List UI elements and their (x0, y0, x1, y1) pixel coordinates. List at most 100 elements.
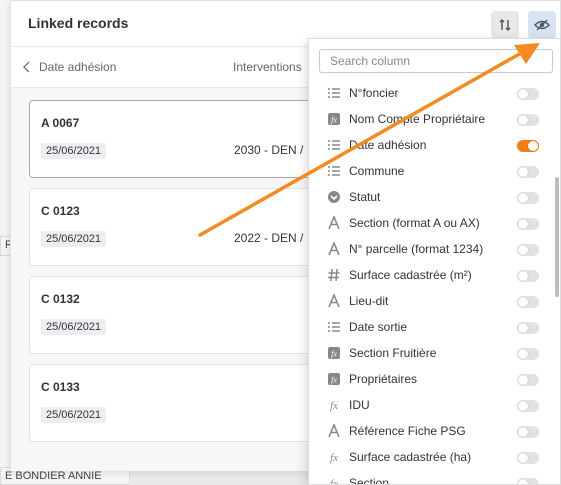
record-title: A 0067 (41, 116, 80, 130)
column-visibility-toggle[interactable] (517, 192, 539, 204)
column-header-date[interactable]: Date adhésion (39, 60, 116, 74)
column-option-label: IDU (349, 398, 370, 412)
column-option[interactable]: Surface cadastrée (m²) (309, 263, 554, 289)
toggle-knob (528, 141, 538, 151)
column-option-label: Section (format A ou AX) (349, 216, 480, 230)
record-intervention: 2030 - DEN / (234, 143, 304, 157)
column-option-label: Section (349, 476, 390, 485)
record-date-badge: 25/06/2021 (41, 319, 107, 335)
scrollbar[interactable] (555, 177, 559, 297)
column-option[interactable]: Référence Fiche PSG (309, 419, 554, 445)
column-option[interactable]: fx Section (309, 471, 554, 485)
record-card[interactable]: C 0133 25/06/2021 (29, 364, 319, 442)
column-option-label: Statut (349, 190, 381, 204)
list-icon (328, 166, 340, 176)
column-option[interactable]: N° parcelle (format 1234) (309, 237, 554, 263)
list-icon (328, 322, 340, 332)
record-date-badge: 25/06/2021 (41, 407, 107, 423)
record-title: C 0133 (41, 380, 80, 394)
column-visibility-toggle[interactable] (517, 374, 539, 386)
hash-icon (328, 268, 340, 282)
column-visibility-toggle[interactable] (517, 244, 539, 256)
fx-icon: fx (330, 452, 338, 464)
toggle-knob (518, 219, 528, 229)
eye-slash-icon (534, 19, 550, 31)
column-visibility-menu: N°foncier fx Nom Compte Propriétaire Date a… (308, 38, 561, 485)
column-visibility-toggle[interactable] (517, 270, 539, 282)
record-date-badge: 25/06/2021 (41, 143, 107, 159)
column-option[interactable]: fx IDU (309, 393, 554, 419)
svg-text:fx: fx (331, 116, 337, 125)
fx-icon: fx (330, 400, 338, 412)
record-card[interactable]: C 0123 25/06/2021 2022 - DEN / (29, 188, 319, 266)
column-option[interactable]: Section (format A ou AX) (309, 211, 554, 237)
column-option[interactable]: fx Surface cadastrée (ha) (309, 445, 554, 471)
hide-columns-button[interactable] (528, 11, 556, 39)
svg-text:fx: fx (331, 376, 337, 385)
column-option-label: Surface cadastrée (ha) (349, 450, 472, 464)
column-visibility-toggle[interactable] (517, 452, 539, 464)
column-visibility-toggle[interactable] (517, 114, 539, 126)
svg-text:fx: fx (331, 350, 337, 359)
column-visibility-toggle[interactable] (517, 88, 539, 100)
toggle-knob (518, 427, 528, 437)
column-option-label: Date sortie (349, 320, 408, 334)
column-option[interactable]: fx Propriétaires (309, 367, 554, 393)
column-option[interactable]: Date sortie (309, 315, 554, 341)
svg-text:fx: fx (330, 452, 338, 464)
record-intervention: 2022 - DEN / (234, 231, 304, 245)
column-option-label: Commune (349, 164, 405, 178)
record-card[interactable]: A 0067 25/06/2021 2030 - DEN / (29, 100, 319, 178)
toggle-knob (518, 479, 528, 484)
column-visibility-toggle[interactable] (517, 140, 539, 152)
column-visibility-toggle[interactable] (517, 348, 539, 360)
formula-box-icon: fx (328, 347, 340, 359)
text-a-icon (328, 424, 340, 438)
column-visibility-toggle[interactable] (517, 166, 539, 178)
record-title: C 0132 (41, 292, 80, 306)
panel-title: Linked records (28, 15, 129, 31)
record-card[interactable]: C 0132 25/06/2021 (29, 276, 319, 354)
column-option-label: Section Fruitière (349, 346, 437, 360)
formula-box-icon: fx (328, 113, 340, 125)
toggle-knob (518, 245, 528, 255)
column-option-label: Référence Fiche PSG (349, 424, 466, 438)
column-option[interactable]: N°foncier (309, 81, 554, 107)
column-option-label: N°foncier (349, 86, 399, 100)
chevron-left-icon[interactable] (20, 59, 34, 75)
toggle-knob (518, 349, 528, 359)
toggle-knob (518, 167, 528, 177)
toggle-knob (518, 323, 528, 333)
record-date-badge: 25/06/2021 (41, 231, 107, 247)
column-visibility-toggle[interactable] (517, 218, 539, 230)
column-visibility-toggle[interactable] (517, 478, 539, 484)
column-option-label: N° parcelle (format 1234) (349, 242, 484, 256)
column-visibility-toggle[interactable] (517, 296, 539, 308)
sort-arrows-icon (499, 19, 511, 31)
column-visibility-toggle[interactable] (517, 400, 539, 412)
text-a-icon (328, 216, 340, 230)
toggle-knob (518, 89, 528, 99)
column-header-interventions[interactable]: Interventions (233, 60, 302, 74)
toggle-knob (518, 271, 528, 281)
column-option[interactable]: fx Section Fruitière (309, 341, 554, 367)
column-option[interactable]: Date adhésion (309, 133, 554, 159)
search-column-input[interactable] (319, 49, 553, 73)
column-option[interactable]: Statut (309, 185, 554, 211)
record-title: C 0123 (41, 204, 80, 218)
formula-box-icon: fx (328, 373, 340, 385)
toggle-knob (518, 115, 528, 125)
column-option[interactable]: Commune (309, 159, 554, 185)
sort-button[interactable] (491, 11, 519, 39)
chevron-circle-icon (328, 191, 340, 203)
column-option[interactable]: Lieu-dit (309, 289, 554, 315)
column-option-label: Propriétaires (349, 372, 418, 386)
column-option[interactable]: fx Nom Compte Propriétaire (309, 107, 554, 133)
toggle-knob (518, 401, 528, 411)
text-a-icon (328, 242, 340, 256)
toggle-knob (518, 453, 528, 463)
toggle-knob (518, 193, 528, 203)
column-visibility-toggle[interactable] (517, 426, 539, 438)
text-a-icon (328, 294, 340, 308)
column-visibility-toggle[interactable] (517, 322, 539, 334)
